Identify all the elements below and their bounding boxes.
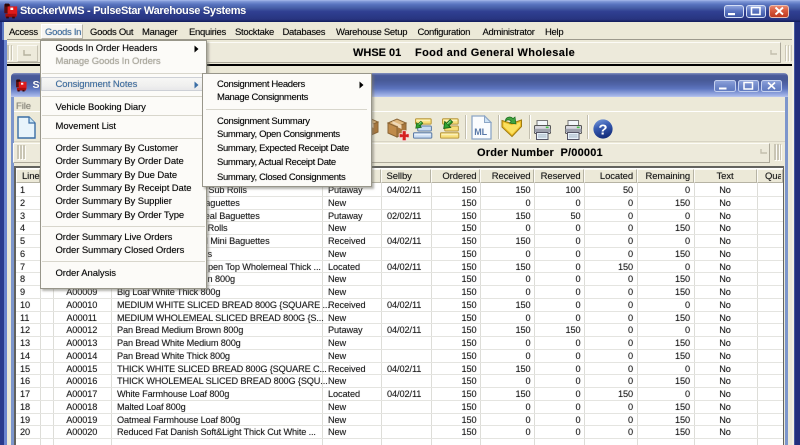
svg-text:ML: ML [474, 127, 487, 137]
svg-text:?: ? [598, 121, 607, 138]
